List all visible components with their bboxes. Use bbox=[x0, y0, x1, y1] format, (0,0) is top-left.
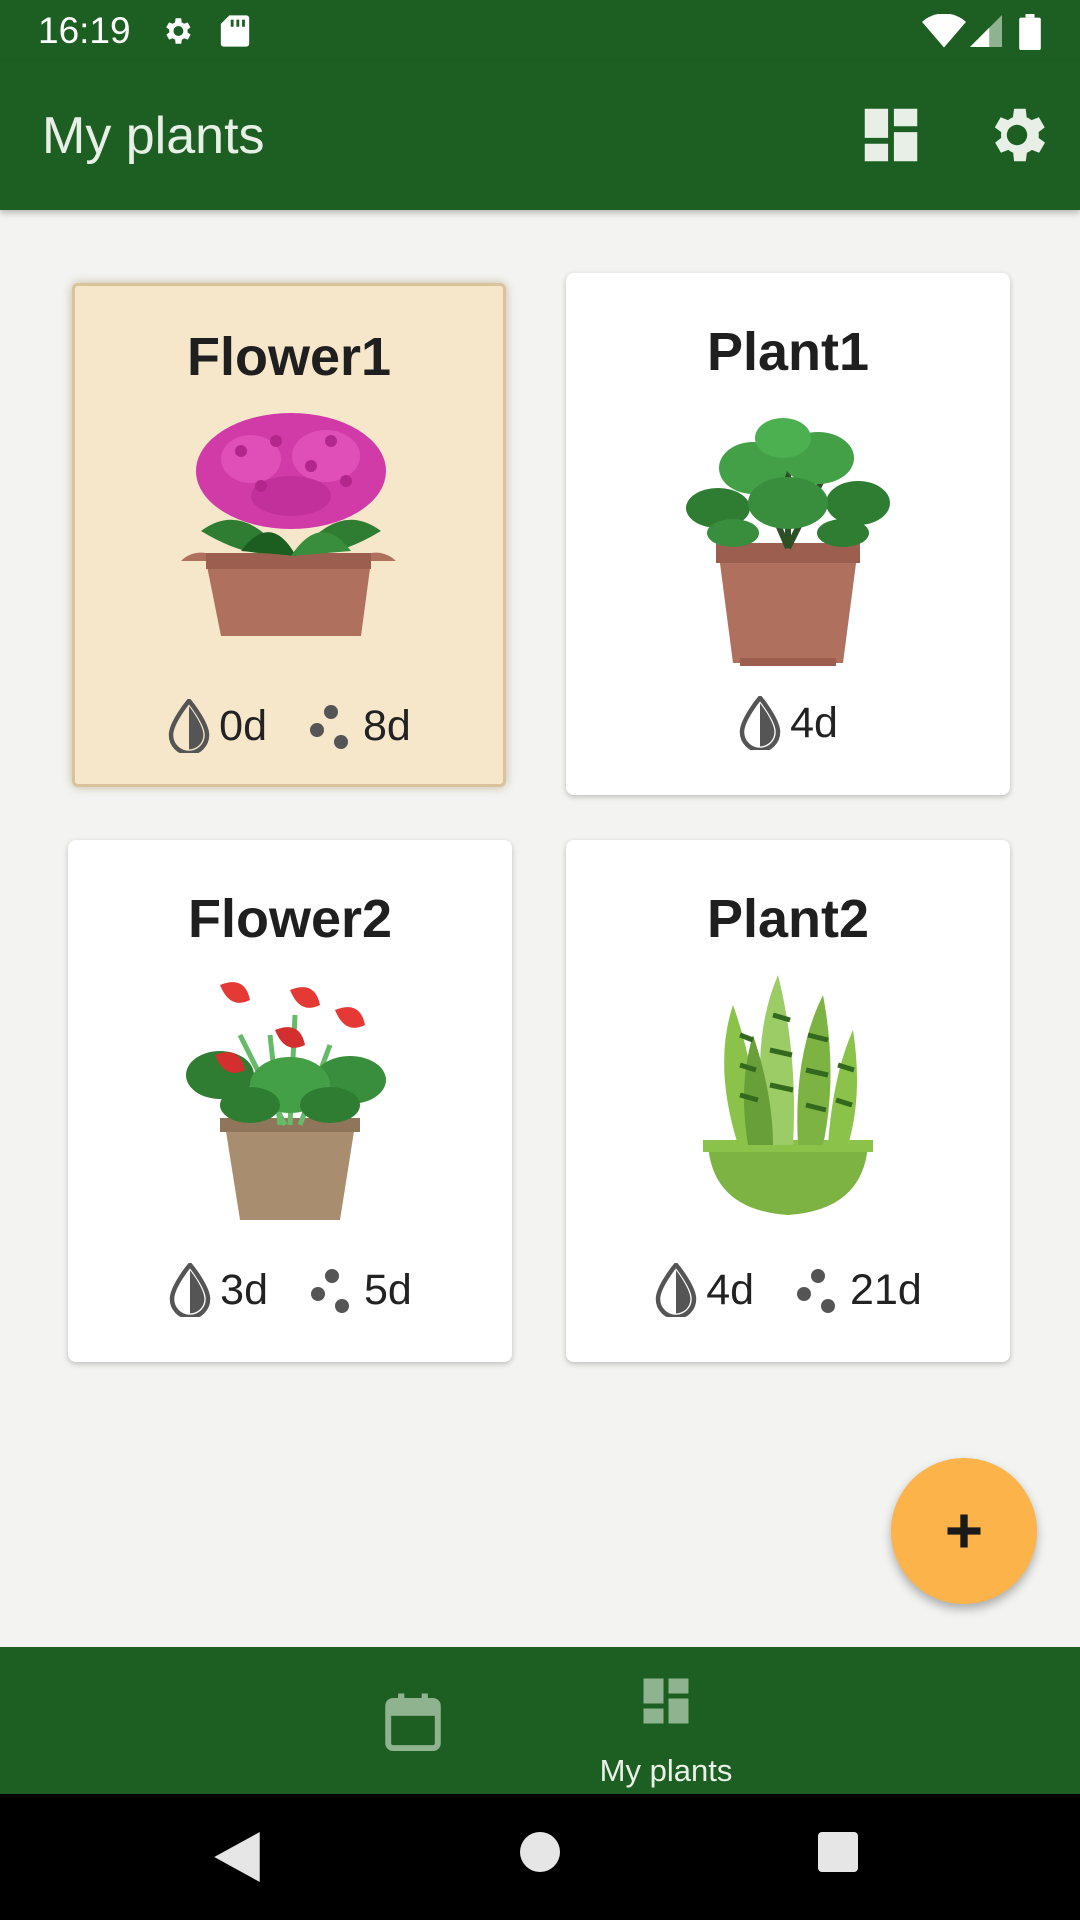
plant-stats: 3d 5d bbox=[68, 1262, 512, 1318]
calendar-icon bbox=[385, 1693, 441, 1752]
plant-card-flower2[interactable]: Flower2 3d 5d bbox=[68, 840, 512, 1362]
nav-item-my-plants[interactable]: My plants bbox=[580, 1647, 752, 1794]
water-drop-icon bbox=[168, 699, 210, 753]
plant-name: Flower2 bbox=[187, 889, 393, 949]
fertilize-days: 8d bbox=[363, 701, 411, 750]
water-days: 4d bbox=[790, 698, 838, 747]
plant-card-flower1[interactable]: Flower1 0d 8d bbox=[72, 283, 506, 787]
dashboard-icon bbox=[864, 108, 918, 162]
water-days: 3d bbox=[220, 1265, 268, 1314]
plant-name: Plant1 bbox=[706, 322, 870, 382]
water-days: 4d bbox=[706, 1265, 755, 1314]
status-time: 16:19 bbox=[38, 10, 131, 51]
plant-stats: 4d 21d bbox=[566, 1262, 1010, 1318]
fertilize-days: 21d bbox=[850, 1265, 922, 1314]
gear-icon bbox=[160, 14, 194, 53]
water-drop-icon bbox=[655, 1263, 697, 1317]
plant-card-plant1[interactable]: Plant1 4d bbox=[566, 273, 1010, 795]
home-icon[interactable] bbox=[520, 1832, 560, 1872]
status-bar: 16:19 bbox=[0, 0, 1080, 62]
dashboard-icon bbox=[643, 1678, 689, 1724]
fertilizer-icon bbox=[310, 705, 348, 749]
nav-item-calendar[interactable] bbox=[330, 1647, 496, 1794]
plant-card-plant2[interactable]: Plant2 4d 21d bbox=[566, 840, 1010, 1362]
flower-image bbox=[181, 411, 401, 651]
nav-label-my-plants: My plants bbox=[599, 1753, 733, 1788]
plus-icon bbox=[947, 1514, 981, 1548]
app-bar: My plants bbox=[0, 62, 1080, 210]
signal-icon bbox=[970, 14, 1002, 53]
plant-name: Plant2 bbox=[706, 889, 870, 949]
fertilize-days: 5d bbox=[364, 1265, 412, 1314]
plant-image bbox=[678, 408, 898, 666]
settings-icon bbox=[994, 108, 1045, 162]
plant-stats: 0d 8d bbox=[75, 698, 503, 754]
water-days: 0d bbox=[219, 701, 267, 750]
add-plant-button[interactable] bbox=[891, 1458, 1037, 1604]
back-icon[interactable] bbox=[214, 1832, 260, 1882]
water-drop-icon bbox=[169, 1263, 211, 1317]
sd-card-icon bbox=[220, 14, 250, 53]
plant-image bbox=[678, 975, 898, 1215]
dashboard-button[interactable] bbox=[856, 100, 926, 170]
recents-icon[interactable] bbox=[818, 1832, 858, 1872]
flower-image bbox=[180, 975, 400, 1220]
battery-icon bbox=[1018, 14, 1042, 55]
bottom-navigation: My plants bbox=[0, 1647, 1080, 1794]
water-drop-icon bbox=[739, 696, 781, 750]
fertilizer-icon bbox=[797, 1269, 836, 1313]
plant-name: Flower1 bbox=[186, 327, 392, 387]
system-navigation-bar bbox=[0, 1794, 1080, 1920]
page-title: My plants bbox=[42, 107, 265, 165]
plant-stats: 4d bbox=[566, 695, 1010, 751]
fertilizer-icon bbox=[311, 1269, 349, 1313]
settings-button[interactable] bbox=[982, 100, 1052, 170]
wifi-icon bbox=[922, 13, 966, 53]
